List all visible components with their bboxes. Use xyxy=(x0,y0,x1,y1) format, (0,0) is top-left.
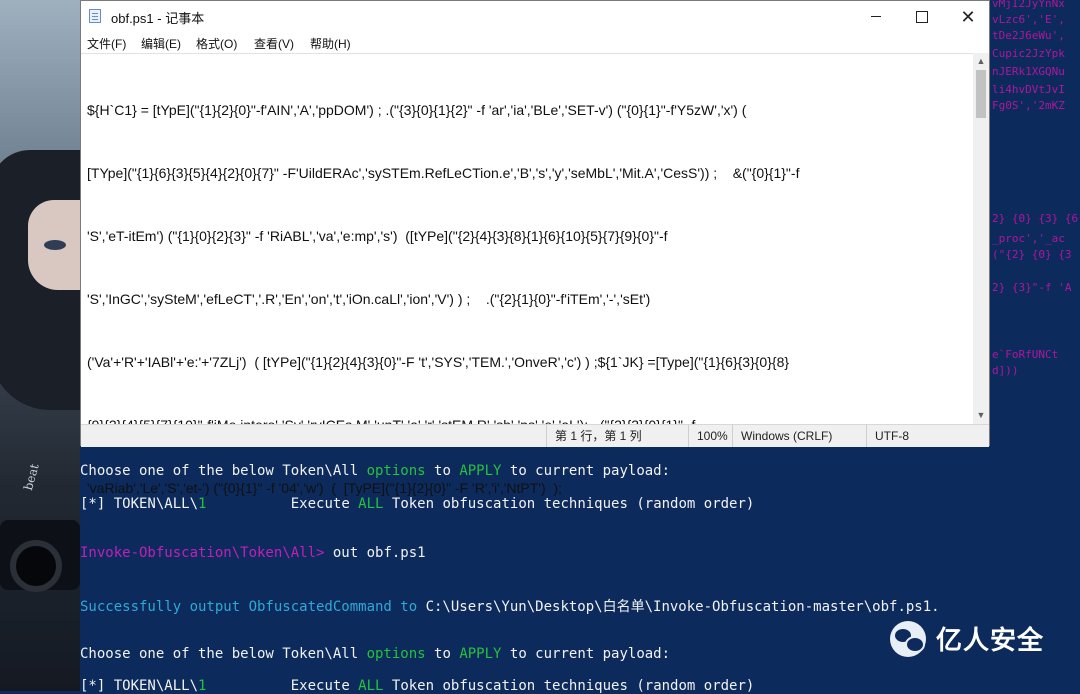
code-line: [TYpe]("{1}{6}{3}{5}{4}{2}{0}{7}" -F'Uil… xyxy=(87,165,800,181)
vertical-scrollbar[interactable]: ▲ ▼ xyxy=(973,53,989,424)
menu-file[interactable]: 文件(F) xyxy=(87,35,126,52)
status-bar: 第 1 行，第 1 列 100% Windows (CRLF) UTF-8 xyxy=(81,424,989,447)
line-ending: Windows (CRLF) xyxy=(732,425,875,447)
console-prompt: Invoke-Obfuscation\Token\All> xyxy=(80,545,325,561)
bg-line: d])) xyxy=(992,364,1019,377)
title-bar[interactable]: obf.ps1 - 记事本 ✕ xyxy=(81,1,989,32)
menu-edit[interactable]: 编辑(E) xyxy=(141,35,181,52)
maximize-button[interactable] xyxy=(899,1,945,32)
menu-format[interactable]: 格式(O) xyxy=(196,35,237,52)
close-button[interactable]: ✕ xyxy=(945,1,991,32)
wallpaper-text: beat xyxy=(21,462,42,492)
bg-line: 2} {3}"-f 'A xyxy=(992,281,1072,294)
bg-line: ("{2} {0} {3 xyxy=(992,248,1072,261)
notepad-window[interactable]: obf.ps1 - 记事本 ✕ 文件(F) 编辑(E) 格式(O) 查看(V) … xyxy=(80,0,990,496)
window-title: obf.ps1 - 记事本 xyxy=(111,11,205,26)
bg-line: Cupic2JzYpk xyxy=(992,47,1065,60)
scroll-down-icon[interactable]: ▼ xyxy=(973,407,989,423)
scroll-thumb[interactable] xyxy=(976,70,986,118)
console-line: Choose one of the below Token\All option… xyxy=(80,646,671,662)
watermark-text: 亿人安全 xyxy=(936,625,1045,655)
scroll-up-icon[interactable]: ▲ xyxy=(973,53,989,69)
console-line: [*] TOKEN\ALL\1 Execute ALL Token obfusc… xyxy=(80,678,755,694)
maximize-icon xyxy=(916,10,928,23)
code-line: 'S','eT-itEm') ("{1}{0}{2}{3}" -f 'RiABL… xyxy=(87,228,668,244)
console-command: out obf.ps1 xyxy=(324,545,426,561)
wechat-icon xyxy=(890,620,926,657)
wallpaper-scope xyxy=(10,540,62,592)
encoding: UTF-8 xyxy=(866,425,995,447)
watermark: 亿人安全 xyxy=(890,620,1044,657)
code-line: ${H`C1} = [tYpE]("{1}{2}{0}"-f'AIN','A',… xyxy=(87,102,747,118)
menu-bar: 文件(F) 编辑(E) 格式(O) 查看(V) 帮助(H) xyxy=(81,32,989,53)
console-prompt-line: Invoke-Obfuscation\Token\All> out obf.ps… xyxy=(80,545,426,561)
minimize-button[interactable] xyxy=(853,1,899,32)
cursor-position: 第 1 行，第 1 列 xyxy=(546,425,697,447)
console-success-line: Successfully output ObfuscatedCommand to… xyxy=(80,599,940,615)
desktop-wallpaper: beat xyxy=(0,0,80,691)
bg-line: 2} {0} {3} {6 xyxy=(992,212,1079,225)
code-line: ('Va'+'R'+'IABl'+'e:'+'7ZLj') ( [tYPe]("… xyxy=(87,354,790,370)
notepad-icon xyxy=(89,9,101,23)
code-line: 'S','InGC','sySteM','efLeCT','.R','En','… xyxy=(87,291,651,307)
minimize-icon xyxy=(871,16,881,17)
background-console-text: vMjI2JyYnNx vLzc6','E', tDe2J6eWu', Cupi… xyxy=(990,0,1080,440)
code-line: 'vaRiab','Le','S','et-') ("{0}{1}" -f '0… xyxy=(87,480,562,496)
bg-line: Fg0S','2mKZ xyxy=(992,99,1065,112)
menu-help[interactable]: 帮助(H) xyxy=(310,35,351,52)
bg-line: tDe2J6eWu', xyxy=(992,29,1065,42)
text-editor[interactable]: ${H`C1} = [tYpE]("{1}{2}{0}"-f'AIN','A',… xyxy=(81,53,973,496)
editor-content: ${H`C1} = [tYpE]("{1}{2}{0}"-f'AIN','A',… xyxy=(87,58,967,541)
menu-view[interactable]: 查看(V) xyxy=(254,35,294,52)
bg-line: nJERk1XGQNu xyxy=(992,65,1065,78)
wallpaper-eye xyxy=(44,240,66,250)
close-icon: ✕ xyxy=(960,6,976,27)
